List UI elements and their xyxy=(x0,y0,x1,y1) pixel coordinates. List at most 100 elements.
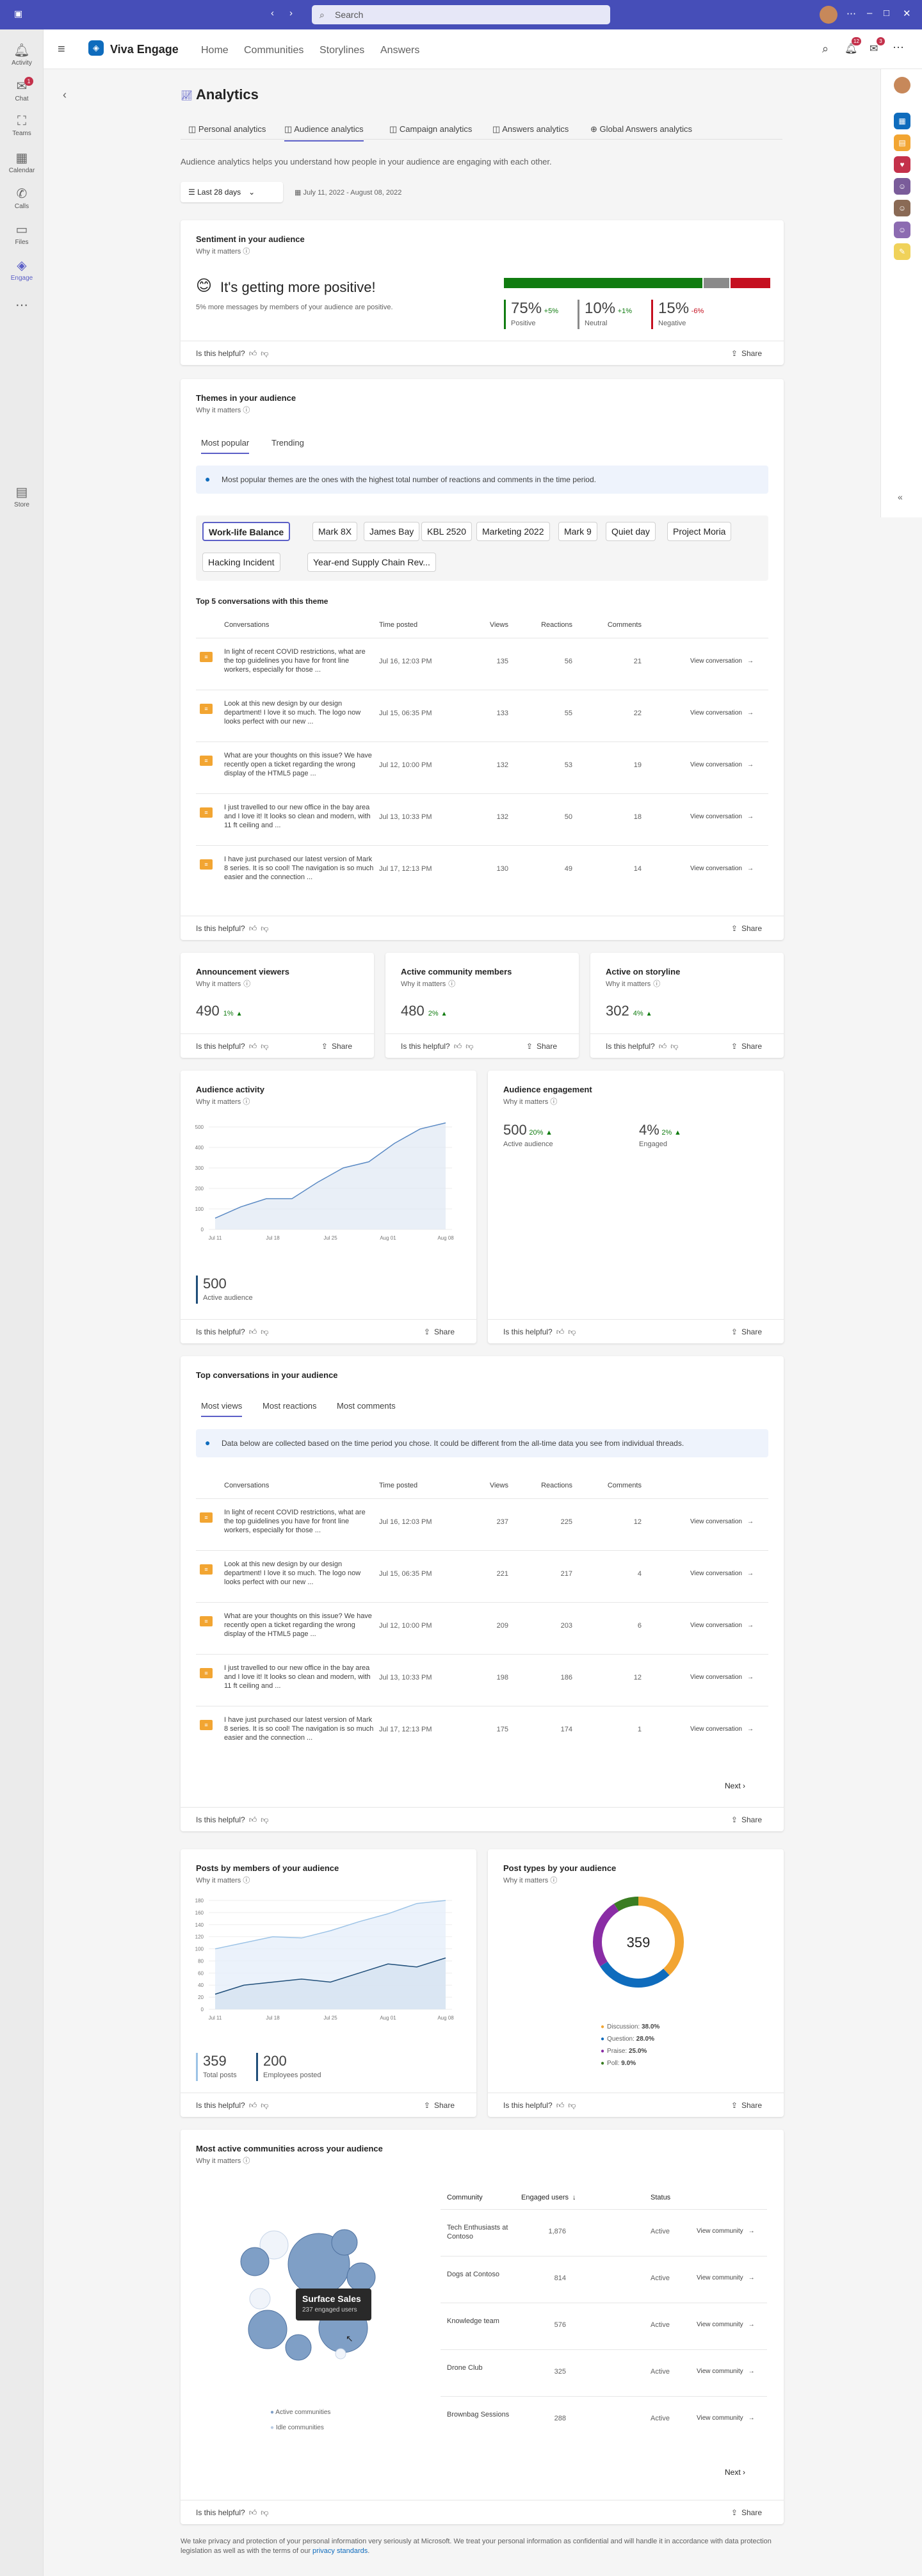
inbox-icon[interactable]: ✉︎ xyxy=(869,42,878,55)
people-app-icon[interactable]: ☺ xyxy=(894,178,910,195)
conversation-text[interactable]: Look at this new design by our design de… xyxy=(224,699,375,726)
thumbs-down-icon[interactable]: 👎︎ xyxy=(670,1042,678,1051)
theme-pill[interactable]: Hacking Incident xyxy=(202,553,280,572)
share-button[interactable]: ⇪ Share xyxy=(731,1327,762,1336)
date-filter-dropdown[interactable]: ☰ Last 28 days ⌄ xyxy=(181,182,283,202)
view-community-link[interactable]: View community → xyxy=(697,2228,755,2235)
thumbs-down-icon[interactable]: 👎︎ xyxy=(261,1327,268,1336)
nav-communities[interactable]: Communities xyxy=(244,45,303,56)
bubble-active[interactable] xyxy=(248,2310,287,2349)
thumbs-down-icon[interactable]: 👎︎ xyxy=(261,1815,268,1824)
collapse-icon[interactable]: « xyxy=(898,492,903,502)
rail-teams[interactable]: ⛶ Teams xyxy=(0,114,44,137)
view-conversation-link[interactable]: View conversation → xyxy=(690,709,754,717)
close-icon[interactable]: ✕ xyxy=(903,8,911,19)
thumbs-up-icon[interactable]: 👍︎ xyxy=(454,1042,462,1051)
rail-activity[interactable]: 🔔︎ Activity xyxy=(0,42,44,67)
calendar-app-icon[interactable]: ▦ xyxy=(894,113,910,129)
hamburger-icon[interactable]: ≡ xyxy=(58,42,65,57)
rail-more[interactable]: ⋯ xyxy=(0,297,44,314)
why-it-matters[interactable]: Why it matters ⓘ xyxy=(196,1875,250,1885)
view-conversation-link[interactable]: View conversation → xyxy=(690,1518,754,1525)
view-conversation-link[interactable]: View conversation → xyxy=(690,1570,754,1577)
back-arrow-icon[interactable]: ‹ xyxy=(271,8,274,19)
profile-icon[interactable] xyxy=(894,77,910,93)
rail-files[interactable]: ▭ Files xyxy=(0,222,44,246)
search-input[interactable]: ⌕ Search xyxy=(312,5,610,24)
bubble-active[interactable] xyxy=(346,2262,376,2292)
view-community-link[interactable]: View community → xyxy=(697,2368,755,2375)
people3-app-icon[interactable]: ☺ xyxy=(894,222,910,238)
view-community-link[interactable]: View community → xyxy=(697,2274,755,2281)
share-button[interactable]: ⇪ Share xyxy=(731,2508,762,2517)
theme-pill[interactable]: James Bay xyxy=(364,522,420,541)
rail-chat[interactable]: ✉︎ Chat 1 xyxy=(0,77,44,102)
tab-most-reactions[interactable]: Most reactions xyxy=(263,1401,317,1411)
why-it-matters[interactable]: Why it matters ⓘ xyxy=(196,2155,250,2166)
column-header[interactable]: Views xyxy=(470,621,508,629)
nav-answers[interactable]: Answers xyxy=(380,45,419,56)
search-icon[interactable]: ⌕ xyxy=(822,42,829,56)
share-button[interactable]: ⇪ Share xyxy=(424,1327,455,1336)
theme-pill[interactable]: Project Moria xyxy=(667,522,732,541)
next-button[interactable]: Next › xyxy=(725,2468,745,2477)
sticky-note-icon[interactable]: ✎ xyxy=(894,243,910,260)
bubble-idle[interactable] xyxy=(249,2288,271,2310)
tab-global-answers[interactable]: ⊕ Global Answers analytics xyxy=(590,124,692,134)
thumbs-up-icon[interactable]: 👍︎ xyxy=(249,2508,257,2517)
forward-arrow-icon[interactable]: › xyxy=(289,8,293,19)
community-name[interactable]: Drone Club xyxy=(447,2363,517,2372)
community-name[interactable]: Tech Enthusiasts at Contoso xyxy=(447,2223,517,2241)
privacy-link[interactable]: privacy standards xyxy=(312,2547,368,2555)
notes-app-icon[interactable]: ▤ xyxy=(894,134,910,151)
view-conversation-link[interactable]: View conversation → xyxy=(690,1674,754,1681)
tab-most-views[interactable]: Most views xyxy=(201,1401,243,1417)
thumbs-up-icon[interactable]: 👍︎ xyxy=(556,1327,565,1336)
thumbs-up-icon[interactable]: 👍︎ xyxy=(249,1327,257,1336)
thumbs-up-icon[interactable]: 👍︎ xyxy=(249,349,257,358)
theme-pill[interactable]: KBL 2520 xyxy=(421,522,472,541)
bubble-active[interactable] xyxy=(331,2229,358,2256)
rail-store[interactable]: ▤ Store xyxy=(0,484,44,508)
thumbs-down-icon[interactable]: 👎︎ xyxy=(261,349,268,358)
thumbs-down-icon[interactable]: 👎︎ xyxy=(465,1042,473,1051)
share-button[interactable]: ⇪ Share xyxy=(731,349,762,358)
community-name[interactable]: Dogs at Contoso xyxy=(447,2270,517,2279)
rail-engage[interactable]: ◈ Engage xyxy=(0,257,44,282)
more-icon[interactable]: ⋯ xyxy=(893,41,904,54)
conversation-text[interactable]: In light of recent COVID restrictions, w… xyxy=(224,647,375,674)
donut-slice-praise[interactable] xyxy=(593,1904,619,1967)
thumbs-up-icon[interactable]: 👍︎ xyxy=(249,1815,257,1824)
nav-home[interactable]: Home xyxy=(201,45,229,56)
thumbs-up-icon[interactable]: 👍︎ xyxy=(249,924,257,933)
share-button[interactable]: ⇪ Share xyxy=(424,2101,455,2110)
theme-pill[interactable]: Mark 8X xyxy=(312,522,358,541)
column-header-sortable[interactable]: Engaged users ↓ xyxy=(521,2194,576,2201)
view-conversation-link[interactable]: View conversation → xyxy=(690,1726,754,1733)
community-name[interactable]: Knowledge team xyxy=(447,2317,517,2326)
view-community-link[interactable]: View community → xyxy=(697,2415,755,2422)
tab-campaign[interactable]: ◫ Campaign analytics xyxy=(389,124,472,134)
conversation-text[interactable]: Look at this new design by our design de… xyxy=(224,1560,375,1587)
why-it-matters[interactable]: Why it matters ⓘ xyxy=(196,1096,250,1106)
donut-slice-question[interactable] xyxy=(600,1961,670,1988)
tab-most-comments[interactable]: Most comments xyxy=(337,1401,396,1411)
back-icon[interactable]: ‹ xyxy=(63,88,67,102)
thumbs-up-icon[interactable]: 👍︎ xyxy=(249,1042,257,1051)
conversation-text[interactable]: In light of recent COVID restrictions, w… xyxy=(224,1508,375,1535)
why-it-matters[interactable]: Why it matters ⓘ xyxy=(606,978,660,989)
people2-app-icon[interactable]: ☺ xyxy=(894,200,910,216)
theme-pill[interactable]: Mark 9 xyxy=(558,522,597,541)
view-conversation-link[interactable]: View conversation → xyxy=(690,865,754,872)
community-name[interactable]: Brownbag Sessions xyxy=(447,2410,517,2419)
theme-pill[interactable]: Marketing 2022 xyxy=(476,522,550,541)
nav-storylines[interactable]: Storylines xyxy=(319,45,364,56)
why-it-matters[interactable]: Why it matters ⓘ xyxy=(401,978,455,989)
bubble-idle[interactable] xyxy=(335,2348,346,2360)
minimize-icon[interactable]: – xyxy=(867,8,872,19)
conversation-text[interactable]: I just travelled to our new office in th… xyxy=(224,1664,375,1690)
conversation-text[interactable]: I just travelled to our new office in th… xyxy=(224,803,375,830)
why-it-matters[interactable]: Why it matters ⓘ xyxy=(196,246,250,256)
rail-calendar[interactable]: ▦ Calendar xyxy=(0,150,44,174)
heart-app-icon[interactable]: ♥ xyxy=(894,156,910,173)
